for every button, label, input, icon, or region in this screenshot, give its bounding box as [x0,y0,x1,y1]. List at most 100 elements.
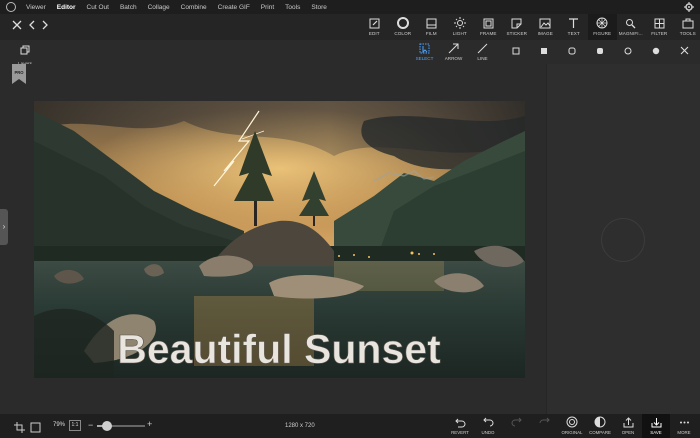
text-icon [568,17,580,29]
tool-color[interactable]: COLOR [389,14,418,40]
menu-bar: Viewer Editor Cut Out Batch Collage Comb… [0,0,700,14]
figure-subtoolbar: SELECT ARROW LINE [410,40,497,64]
layers-icon [20,42,30,60]
subtool-select[interactable]: SELECT [410,40,439,64]
redo-icon [510,416,522,428]
zoom-out-button[interactable]: − [88,420,93,430]
zoom-slider-knob[interactable] [101,421,112,431]
redo-all-button[interactable] [530,414,558,438]
square-outline-icon [512,42,520,60]
subtool-arrow[interactable]: ARROW [439,40,468,64]
close-icon[interactable] [11,19,23,33]
shape-circle-filled[interactable] [642,44,670,58]
menu-item-batch[interactable]: Batch [120,4,137,11]
bottom-status-bar: 79% 1:1 − + 1280 x 720 REVERT UNDO ORIGI… [0,414,700,438]
undo-button[interactable]: UNDO [474,414,502,438]
app-logo-icon[interactable] [6,2,16,12]
subtool-select-label: SELECT [415,56,434,61]
revert-label: REVERT [451,430,469,435]
open-label: OPEN [621,430,635,435]
menu-item-create-gif[interactable]: Create GIF [218,4,250,11]
tool-edit-label: EDIT [368,31,380,36]
figure-icon [596,17,608,29]
menu-item-print[interactable]: Print [261,4,274,11]
fit-screen-icon[interactable] [30,420,42,433]
line-icon [477,43,488,54]
actual-size-button[interactable]: 1:1 [69,420,81,431]
tool-tools[interactable]: TOOLS [674,14,700,40]
zoom-in-button[interactable]: + [147,419,152,429]
overlay-caption-text[interactable]: Beautiful Sunset [117,326,441,373]
tool-image-label: IMAGE [537,31,553,36]
zoom-slider[interactable] [97,421,145,431]
sunset-photo: Beautiful Sunset [34,101,525,378]
color-icon [396,17,409,29]
undo-icon [482,416,494,428]
compare-label: COMPARE [589,430,611,435]
shape-rounded-filled[interactable] [586,44,614,58]
menu-item-editor[interactable]: Editor [57,4,76,11]
menu-item-viewer[interactable]: Viewer [26,4,46,11]
save-icon [650,416,662,428]
more-label: MORE [677,430,691,435]
menu-item-store[interactable]: Store [311,4,327,11]
layers-button[interactable]: Layers [13,42,37,66]
menu-item-combine[interactable]: Combine [181,4,207,11]
more-icon [678,416,690,428]
action-buttons: REVERT UNDO ORIGINAL COMPARE OPEN SAVE M… [446,414,698,438]
compare-icon [594,416,606,428]
pro-badge-label: PRO [14,70,24,75]
tool-tools-label: TOOLS [679,31,696,36]
tool-film[interactable]: FILM [417,14,446,40]
compare-button[interactable]: COMPARE [586,414,614,438]
tool-color-label: COLOR [394,31,412,36]
image-dimensions: 1280 x 720 [285,423,315,429]
crop-icon[interactable] [14,420,26,433]
tool-figure[interactable]: FIGURE [588,14,617,40]
shape-cross[interactable] [670,44,698,58]
original-label: ORIGINAL [561,430,583,435]
tool-sticker[interactable]: STICKER [503,14,532,40]
square-filled-icon [540,42,548,60]
light-icon [453,17,466,29]
shape-square-outline[interactable] [502,44,530,58]
menu-item-collage[interactable]: Collage [148,4,170,11]
panel-expand-handle[interactable]: › [0,209,8,245]
tool-light[interactable]: LIGHT [446,14,475,40]
tool-sticker-label: STICKER [506,31,528,36]
subtool-arrow-label: ARROW [444,56,463,61]
film-icon [425,17,437,29]
main-toolbar: EDIT COLOR FILM LIGHT FRAME STICKER IMAG… [360,14,700,40]
undo-label: UNDO [481,430,495,435]
forward-chevron-icon[interactable] [39,19,51,33]
shape-rounded-outline[interactable] [558,44,586,58]
rounded-square-filled-icon [596,42,604,60]
subtool-line[interactable]: LINE [468,40,497,64]
revert-icon [454,416,466,428]
tool-frame[interactable]: FRAME [474,14,503,40]
original-button[interactable]: ORIGINAL [558,414,586,438]
tool-text[interactable]: TEXT [560,14,589,40]
pro-badge: PRO [12,64,26,84]
tool-filter[interactable]: FILTER [645,14,674,40]
shape-circle-outline[interactable] [614,44,642,58]
revert-button[interactable]: REVERT [446,414,474,438]
open-button[interactable]: OPEN [614,414,642,438]
original-icon [566,416,578,428]
tool-light-label: LIGHT [452,31,467,36]
menu-item-tools[interactable]: Tools [285,4,300,11]
photo-canvas[interactable]: Beautiful Sunset [34,101,525,378]
subtool-line-label: LINE [477,56,488,61]
back-chevron-icon[interactable] [26,19,38,33]
tool-magnifier[interactable]: MAGNIFI... [617,14,646,40]
redo-button[interactable] [502,414,530,438]
magnifier-icon [625,17,637,29]
cross-icon [680,42,689,60]
tool-image[interactable]: IMAGE [531,14,560,40]
more-button[interactable]: MORE [670,414,698,438]
settings-gear-icon[interactable] [684,2,694,12]
save-button[interactable]: SAVE [642,414,670,438]
tool-edit[interactable]: EDIT [360,14,389,40]
menu-item-cut-out[interactable]: Cut Out [87,4,109,11]
shape-square-filled[interactable] [530,44,558,58]
